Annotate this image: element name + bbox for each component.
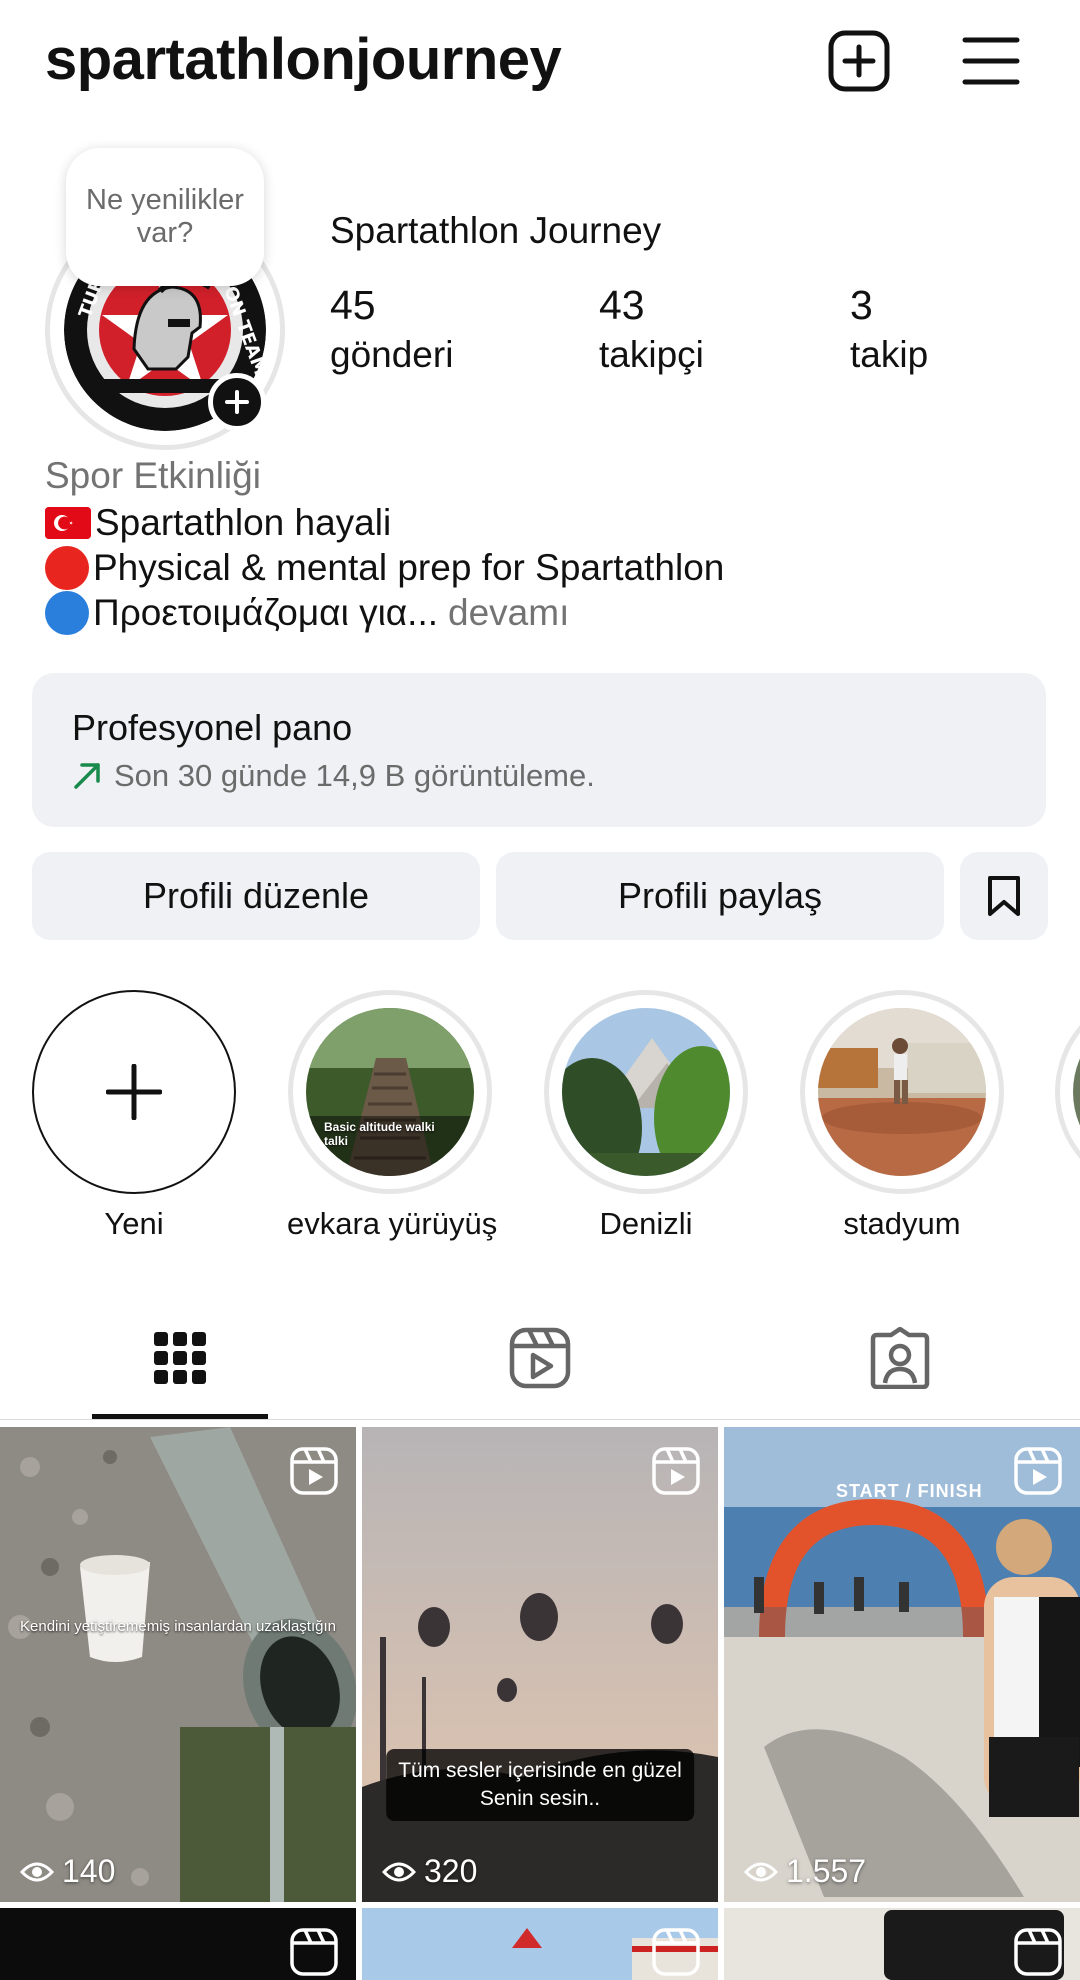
post-thumbnail <box>0 1427 356 1902</box>
profile-tabs <box>0 1290 1080 1420</box>
dashboard-title: Profesyonel pano <box>72 707 353 748</box>
profile-header: spartathlonjourney <box>0 0 1080 125</box>
highlight-overlay-text: Basic altitude walki talki <box>324 1120 435 1148</box>
edit-profile-button[interactable]: Profili düzenle <box>32 852 480 940</box>
new-post-icon[interactable] <box>826 28 892 94</box>
post-tile[interactable] <box>0 1908 356 1980</box>
reel-badge-icon <box>290 1928 338 1976</box>
reels-icon[interactable] <box>500 1318 580 1398</box>
saved-button[interactable] <box>960 852 1048 940</box>
highlight-label: Yeni <box>104 1206 164 1241</box>
tagged-icon[interactable] <box>860 1318 940 1398</box>
display-name: Spartathlon Journey <box>330 210 662 251</box>
reel-badge-icon <box>1014 1928 1062 1976</box>
bookmark-icon <box>988 876 1020 916</box>
posts-grid-icon[interactable] <box>140 1318 220 1398</box>
stat-posts-count: 45 <box>330 282 376 328</box>
stat-following-label: takip <box>850 334 929 375</box>
plus-icon <box>106 1064 162 1120</box>
highlight-thumbnail <box>818 1008 986 1176</box>
reel-badge-icon <box>652 1447 700 1495</box>
highlight-thumbnail <box>562 1008 730 1176</box>
view-count: 140 <box>20 1853 115 1890</box>
blue-circle-icon <box>45 590 89 635</box>
highlight-evkara[interactable]: Basic altitude walki talki evkara yürüyü… <box>287 990 498 1242</box>
username-title[interactable]: spartathlonjourney <box>45 26 562 93</box>
bio-line-1: Spartathlon hayali <box>95 502 392 543</box>
arch-banner-text: START / FINISH <box>836 1481 983 1501</box>
post-caption-line: Tüm sesler içerisinde en güzel <box>398 1759 682 1782</box>
post-tile[interactable] <box>724 1908 1080 1980</box>
professional-dashboard[interactable]: Profesyonel pano Son 30 günde 14,9 B gör… <box>32 673 1046 827</box>
views-icon <box>20 1862 54 1881</box>
bio-line-2: Physical & mental prep for Spartathlon <box>93 547 725 588</box>
view-count-text: 320 <box>424 1853 478 1889</box>
views-icon <box>744 1862 778 1881</box>
dashboard-subtitle-row: Son 30 günde 14,9 B görüntüleme. <box>72 758 595 794</box>
post-tile[interactable]: START / FINISH 1.557 <box>724 1427 1080 1902</box>
profile-bio: Spartathlon hayali Physical & mental pre… <box>45 500 724 635</box>
stat-posts[interactable]: 45 gönderi <box>330 280 453 380</box>
bio-more-link[interactable]: devamı <box>448 590 569 635</box>
profile-category: Spor Etkinliği <box>45 455 261 496</box>
new-highlight-circle <box>32 990 236 1194</box>
highlight-new[interactable]: Yeni <box>31 990 237 1242</box>
highlight-label: Denizli <box>599 1206 693 1241</box>
post-caption-line: Senin sesin.. <box>479 1787 601 1810</box>
view-count: 320 <box>382 1853 477 1890</box>
highlight-label: stadyum <box>843 1206 961 1241</box>
reel-badge-icon <box>290 1447 338 1495</box>
post-caption-box: Tüm sesler içerisinde en güzel Senin ses… <box>386 1749 694 1821</box>
red-circle-icon <box>45 545 89 590</box>
active-tab-indicator <box>92 1414 268 1419</box>
highlight-denizli[interactable]: Denizli <box>543 990 749 1242</box>
post-thumbnail <box>362 1427 718 1902</box>
stat-followers-count: 43 <box>599 282 645 328</box>
view-count-text: 1.557 <box>786 1853 867 1889</box>
share-profile-button[interactable]: Profili paylaş <box>496 852 944 940</box>
stat-following-count: 3 <box>850 282 873 328</box>
dashboard-subtitle: Son 30 günde 14,9 B görüntüleme. <box>114 758 595 793</box>
stat-followers[interactable]: 43 takipçi <box>599 280 704 380</box>
menu-icon[interactable] <box>958 28 1024 94</box>
post-tile[interactable]: Tüm sesler içerisinde en güzel Senin ses… <box>362 1427 718 1902</box>
reel-badge-icon <box>652 1928 700 1976</box>
note-bubble[interactable]: Ne yenilikler var? <box>66 148 264 286</box>
post-caption: Kendini yetiştirememiş insanlardan uzakl… <box>20 1618 336 1635</box>
highlight-stadyum[interactable]: stadyum <box>799 990 1005 1242</box>
view-count: 1.557 <box>744 1853 866 1890</box>
post-tile[interactable] <box>362 1908 718 1980</box>
bio-line-3: Προετοιμάζομαι για... <box>93 592 439 633</box>
stat-followers-label: takipçi <box>599 334 704 375</box>
highlight-thumbnail: Basic altitude walki talki <box>306 1008 474 1176</box>
highlight-partial[interactable] <box>1055 990 1080 1194</box>
highlight-thumbnail <box>1073 1008 1080 1176</box>
add-story-button[interactable] <box>208 373 266 431</box>
stat-posts-label: gönderi <box>330 334 454 375</box>
trend-up-icon <box>72 761 102 791</box>
highlight-label: evkara yürüyüş <box>287 1206 498 1241</box>
turkey-flag-icon <box>45 506 91 539</box>
stat-following[interactable]: 3 takip <box>850 280 928 380</box>
post-tile[interactable]: Kendini yetiştirememiş insanlardan uzakl… <box>0 1427 356 1902</box>
view-count-text: 140 <box>62 1853 116 1889</box>
reel-badge-icon <box>1014 1447 1062 1495</box>
views-icon <box>382 1862 416 1881</box>
